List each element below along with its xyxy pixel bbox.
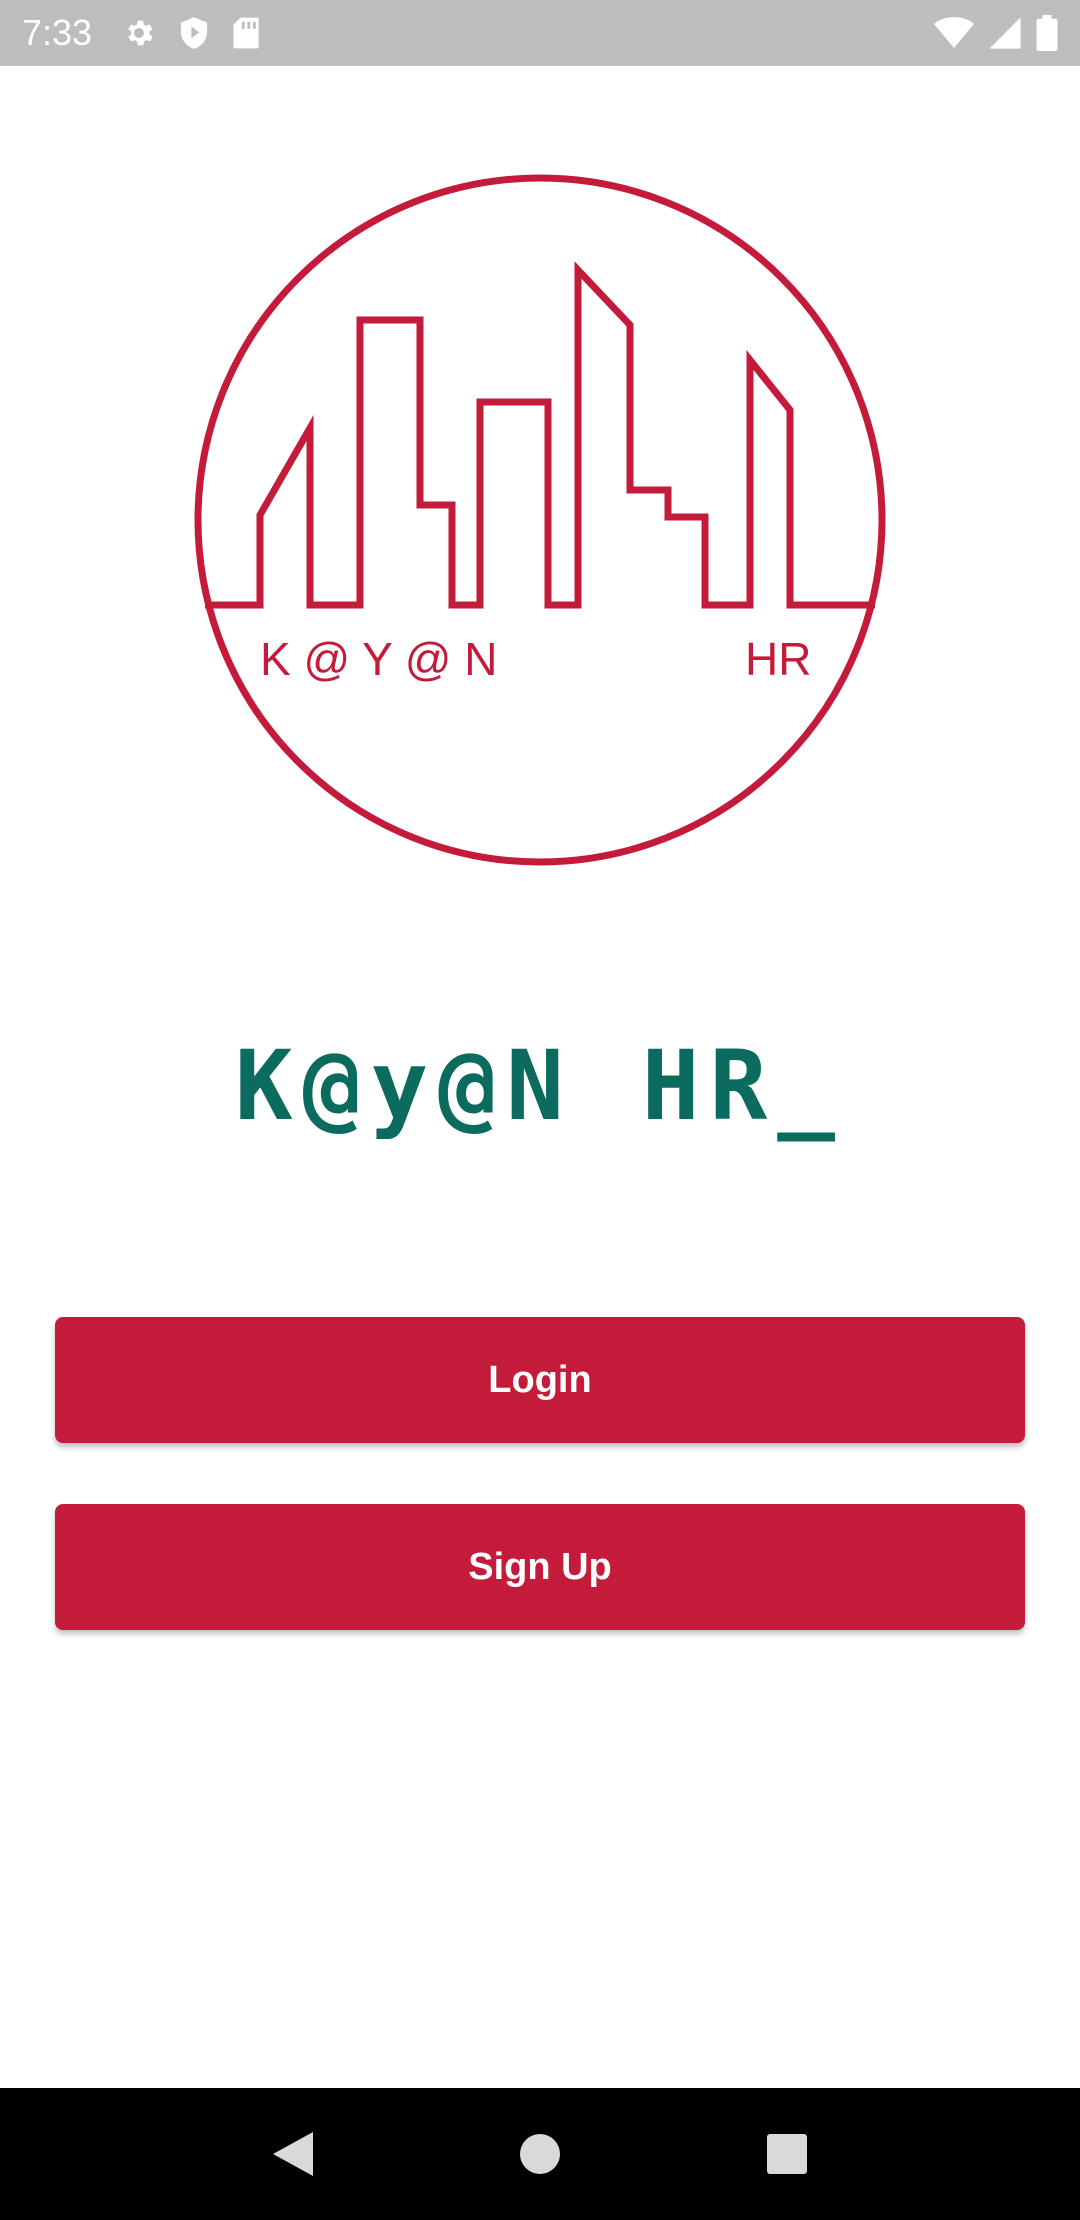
wifi-icon <box>934 16 974 50</box>
recents-icon[interactable] <box>747 2114 827 2194</box>
signal-icon <box>988 16 1022 50</box>
back-icon[interactable] <box>253 2114 333 2194</box>
battery-icon <box>1036 15 1058 51</box>
status-notification-icons <box>122 16 260 50</box>
logo-text-left: K @ Y @ N <box>260 633 497 685</box>
status-bar: 7:33 <box>0 0 1080 66</box>
logo-text-right: HR <box>745 633 811 685</box>
home-icon[interactable] <box>500 2114 580 2194</box>
app-logo: K @ Y @ N HR <box>190 170 890 870</box>
status-system-icons <box>934 15 1058 51</box>
signup-button[interactable]: Sign Up <box>55 1504 1025 1630</box>
welcome-screen: 7:33 K @ Y @ N HR K@y@N HR_ Login Sign U… <box>0 0 1080 2220</box>
navigation-bar <box>0 2088 1080 2220</box>
shield-icon <box>178 16 210 50</box>
gear-icon <box>122 16 156 50</box>
login-button[interactable]: Login <box>55 1317 1025 1443</box>
brand-title: K@y@N HR_ <box>234 1030 846 1142</box>
sd-card-icon <box>232 16 260 50</box>
status-time: 7:33 <box>22 12 93 53</box>
